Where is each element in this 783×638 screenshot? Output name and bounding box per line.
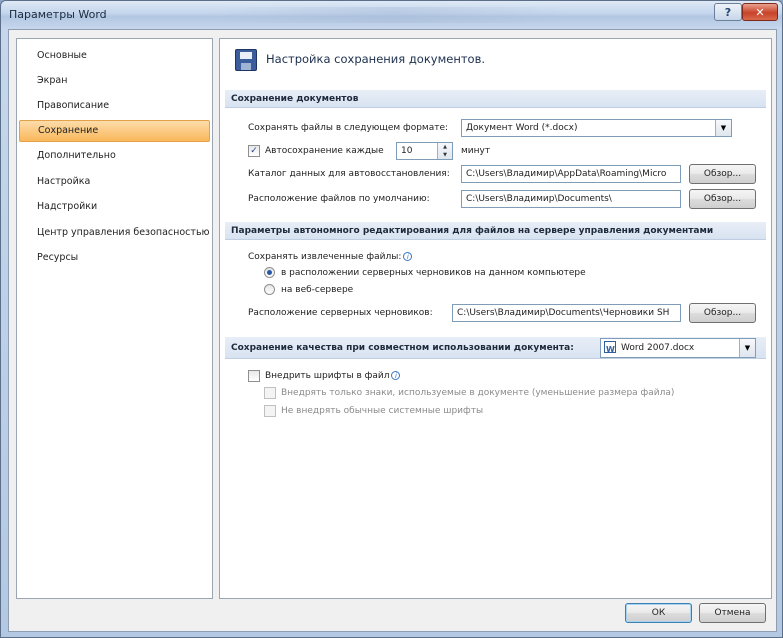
nav-item-trust-center[interactable]: Центр управления безопасностью (19, 222, 210, 244)
nav-item-resources[interactable]: Ресурсы (19, 247, 210, 269)
word-document-icon (604, 341, 616, 357)
autosave-label: Автосохранение каждые (265, 146, 384, 156)
nav-item-general[interactable]: Основные (19, 45, 210, 67)
fidelity-document-select[interactable]: Word 2007.docx ▼ (600, 338, 756, 358)
embed-fonts-text: Внедрить шрифты в файл (265, 371, 390, 381)
info-icon[interactable]: i (403, 252, 413, 261)
default-location-input[interactable]: C:\Users\Владимир\Documents\ (461, 190, 681, 208)
title-bar[interactable]: Параметры Word ? ✕ (1, 1, 782, 29)
embed-only-used-label: Внедрять только знаки, используемые в до… (281, 388, 675, 398)
drafts-location-label: Расположение серверных черновиков: (248, 308, 433, 318)
help-button[interactable]: ? (714, 3, 742, 21)
fidelity-document-value: Word 2007.docx (621, 343, 695, 353)
settings-panel: Настройка сохранения документов. Сохране… (219, 38, 772, 599)
chevron-down-icon[interactable]: ▼ (715, 120, 731, 136)
radio-web-server-label: на веб-сервере (281, 285, 354, 295)
nav-item-addins[interactable]: Надстройки (19, 196, 210, 218)
embed-only-used-checkbox[interactable] (264, 387, 276, 399)
nav-item-proofing[interactable]: Правописание (19, 95, 210, 117)
dont-embed-system-label: Не внедрять обычные системные шрифты (281, 406, 484, 416)
word-options-window: Параметры Word ? ✕ Основные Экран Правоп… (0, 0, 783, 638)
format-label: Сохранять файлы в следующем формате: (248, 123, 449, 133)
autosave-unit: минут (461, 146, 491, 156)
checked-out-files-label: Сохранять извлеченные файлы: i (248, 252, 413, 262)
page-title: Настройка сохранения документов. (266, 52, 486, 66)
nav-item-display[interactable]: Экран (19, 70, 210, 92)
dialog-body: Основные Экран Правописание Сохранение Д… (8, 29, 777, 632)
floppy-disk-icon (235, 49, 257, 71)
radio-web-server[interactable] (264, 284, 275, 295)
format-select-value: Документ Word (*.docx) (466, 123, 578, 133)
info-icon[interactable]: i (391, 371, 401, 380)
chevron-down-icon[interactable]: ▼ (739, 339, 755, 357)
dont-embed-system-checkbox[interactable] (264, 405, 276, 417)
window-title: Параметры Word (9, 8, 107, 21)
nav-item-advanced[interactable]: Дополнительно (19, 145, 210, 167)
default-location-label: Расположение файлов по умолчанию: (248, 194, 430, 204)
drafts-location-input[interactable]: C:\Users\Владимир\Documents\Черновики SH (452, 304, 681, 322)
ok-button[interactable]: ОК (625, 603, 692, 623)
nav-item-save[interactable]: Сохранение (19, 120, 210, 142)
drafts-browse-button[interactable]: Обзор... (689, 303, 756, 323)
default-location-browse-button[interactable]: Обзор... (689, 189, 756, 209)
checked-out-files-text: Сохранять извлеченные файлы: (248, 252, 402, 262)
title-bar-background (211, 7, 571, 23)
autosave-minutes-value: 10 (401, 146, 413, 156)
category-nav: Основные Экран Правописание Сохранение Д… (16, 38, 213, 599)
section-offline-editing: Параметры автономного редактирования для… (225, 222, 766, 240)
format-select[interactable]: Документ Word (*.docx) ▼ (461, 119, 732, 137)
radio-local-drafts-label: в расположении серверных черновиков на д… (281, 268, 586, 278)
embed-fonts-checkbox[interactable] (248, 370, 260, 382)
embed-fonts-label: Внедрить шрифты в файл i (265, 371, 401, 381)
autorecover-browse-button[interactable]: Обзор... (689, 164, 756, 184)
autorecover-label: Каталог данных для автовосстановления: (248, 169, 450, 179)
radio-local-drafts[interactable] (264, 267, 275, 278)
autosave-checkbox[interactable]: ✓ (248, 145, 260, 157)
nav-item-customize[interactable]: Настройка (19, 171, 210, 193)
spinner-arrows-icon[interactable]: ▲ ▼ (437, 143, 452, 159)
cancel-button[interactable]: Отмена (699, 603, 766, 623)
close-button[interactable]: ✕ (742, 3, 778, 21)
autosave-minutes-spinner[interactable]: 10 ▲ ▼ (396, 142, 453, 160)
fidelity-section-title: Сохранение качества при совместном испол… (231, 343, 574, 353)
autorecover-path-input[interactable]: C:\Users\Владимир\AppData\Roaming\Micro (461, 165, 681, 183)
section-save-documents: Сохранение документов (225, 90, 766, 108)
